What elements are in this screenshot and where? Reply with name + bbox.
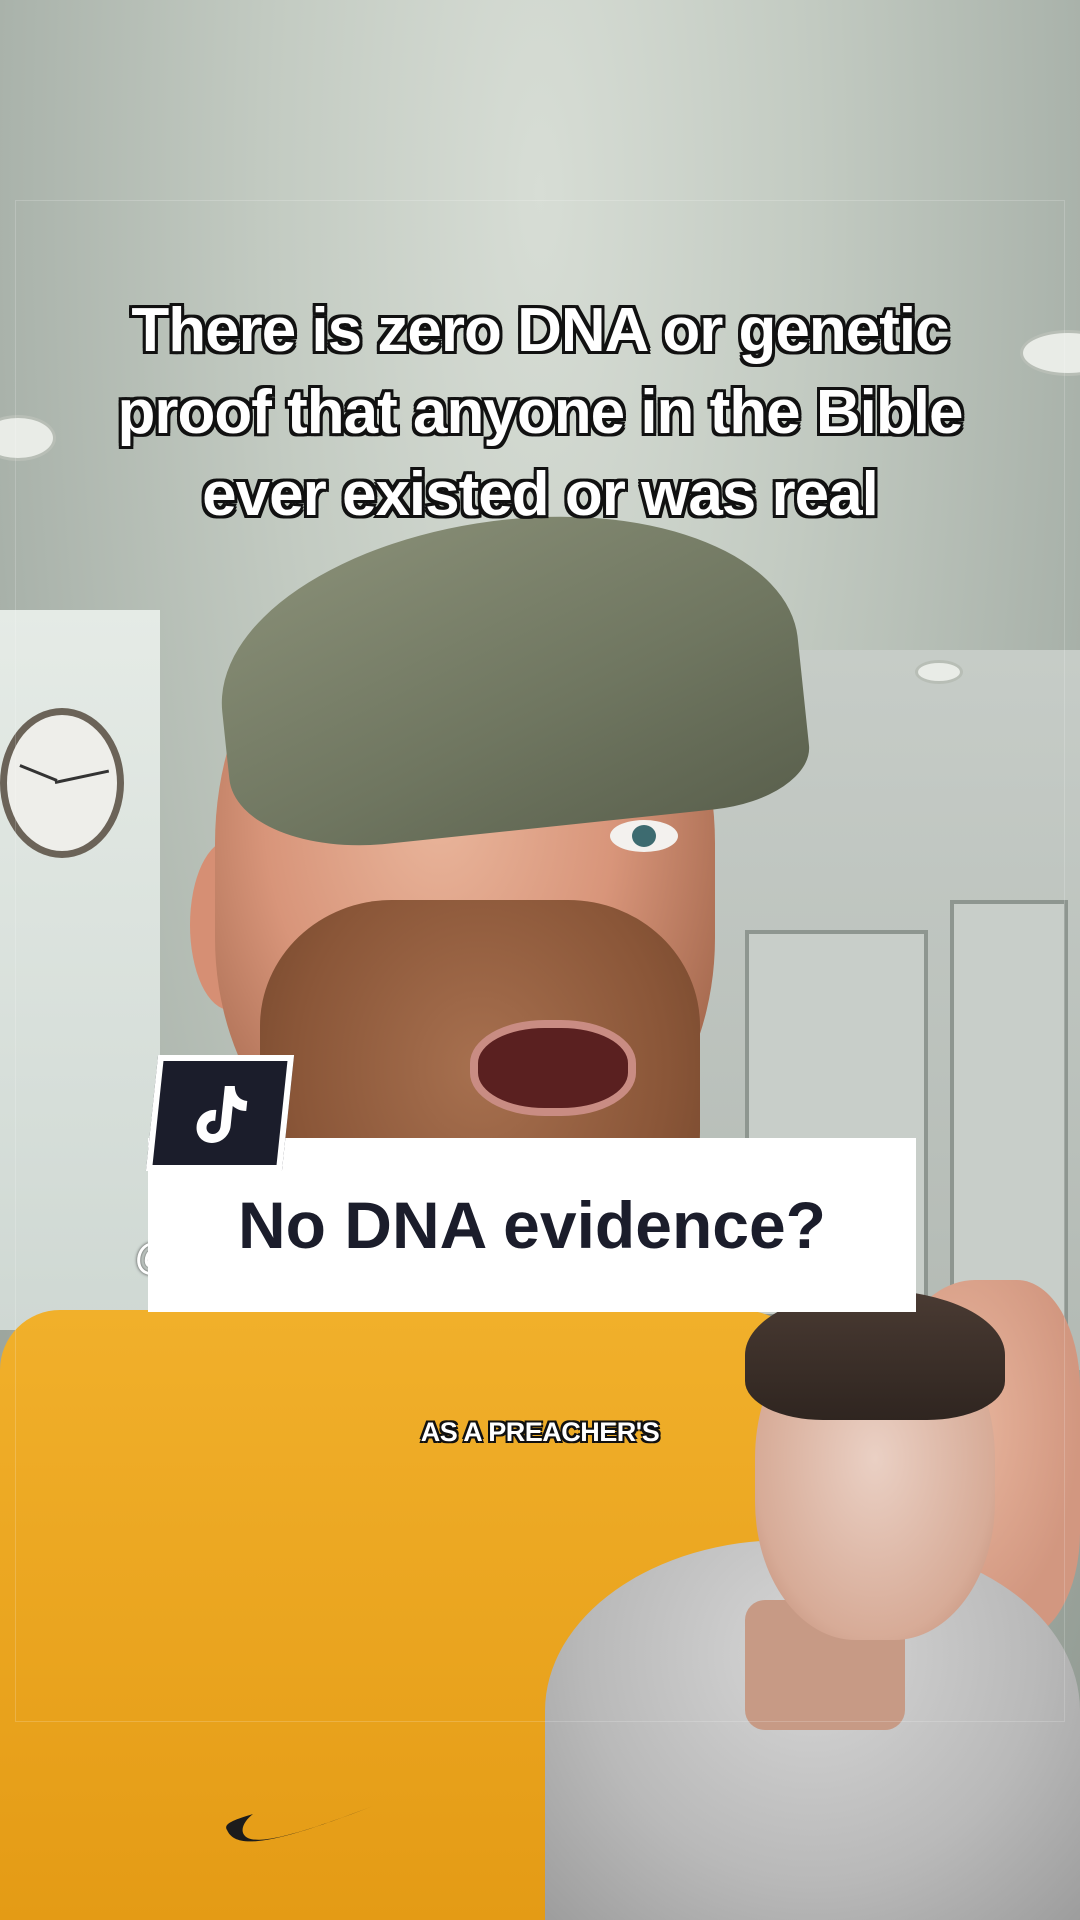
guest-overlay: [545, 1290, 1080, 1920]
caption-line: proof that anyone in the Bible: [117, 378, 964, 447]
clock-hand: [19, 764, 58, 782]
title-card-text: No DNA evidence?: [237, 1188, 826, 1262]
background-door: [950, 900, 1068, 1328]
ceiling-light: [915, 660, 963, 684]
man-mouth: [470, 1020, 636, 1116]
spoken-subtitle: AS A PREACHER'S: [420, 1417, 660, 1447]
tiktok-logo-icon: [145, 1055, 295, 1171]
caption-line: ever existed or was real: [202, 460, 879, 529]
nike-swoosh-icon: [226, 1806, 373, 1842]
tiktok-note-icon: [196, 1086, 248, 1143]
wall-clock: [0, 708, 124, 858]
video-caption: There is zero DNA or genetic proof that …: [0, 290, 1080, 536]
man-right-eye: [610, 820, 678, 852]
caption-line: There is zero DNA or genetic: [131, 296, 949, 365]
clock-hand: [54, 769, 110, 784]
